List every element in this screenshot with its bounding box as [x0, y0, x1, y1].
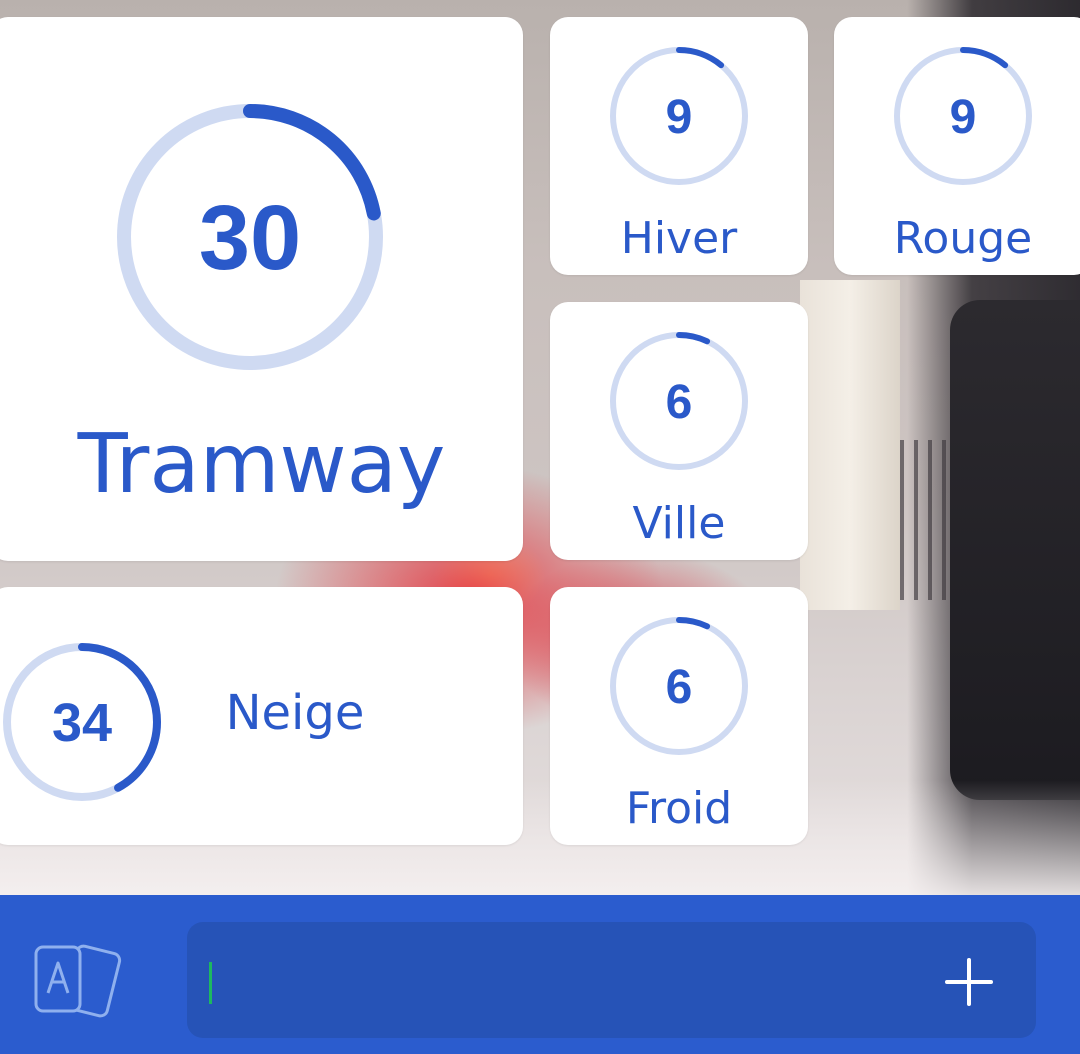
hint-count: 6 — [666, 661, 693, 714]
text-caret — [209, 962, 212, 1004]
word-label: Neige — [225, 685, 365, 741]
word-label: Froid — [625, 783, 733, 834]
word-card-rouge[interactable]: 9 Rouge — [834, 17, 1080, 275]
word-card-hiver[interactable]: 9 Hiver — [550, 17, 808, 275]
progress-ring: 6 — [610, 617, 748, 755]
hint-count: 9 — [666, 91, 693, 144]
hint-count: 6 — [666, 376, 693, 429]
progress-ring: 9 — [610, 47, 748, 185]
hint-count: 30 — [199, 187, 301, 289]
progress-ring: 6 — [610, 332, 748, 470]
progress-ring: 34 — [3, 643, 161, 801]
plus-icon[interactable] — [937, 950, 1001, 1014]
word-card-froid[interactable]: 6 Froid — [550, 587, 808, 845]
answer-input-container — [187, 922, 1036, 1038]
answer-input[interactable] — [187, 922, 907, 1038]
progress-ring: 30 — [117, 104, 383, 370]
hint-count: 34 — [52, 693, 112, 753]
word-label: Tramway — [77, 417, 446, 512]
word-label: Hiver — [620, 213, 738, 264]
progress-ring: 9 — [894, 47, 1032, 185]
cards-icon[interactable] — [26, 935, 126, 1025]
word-label: Rouge — [893, 213, 1033, 264]
hint-count: 9 — [950, 91, 977, 144]
word-card-ville[interactable]: 6 Ville — [550, 302, 808, 560]
word-card-tramway[interactable]: 30 Tramway — [0, 17, 523, 561]
word-label: Ville — [632, 498, 726, 549]
word-card-neige[interactable]: 34 Neige — [0, 587, 523, 845]
